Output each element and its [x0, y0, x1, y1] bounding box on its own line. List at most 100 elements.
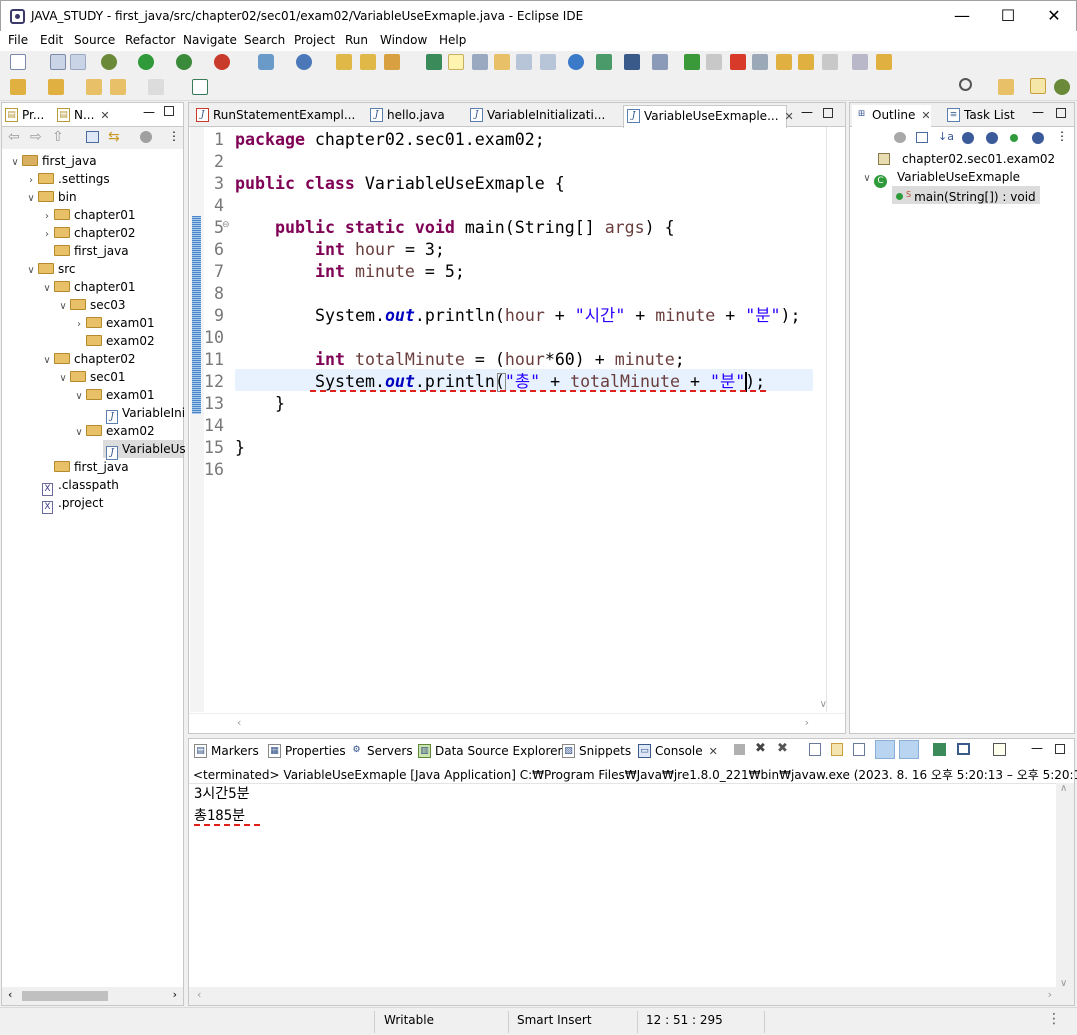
minimize-view-icon[interactable]: —	[143, 105, 155, 119]
last-edit-location-icon[interactable]	[86, 79, 102, 95]
open-perspective-icon[interactable]	[998, 79, 1014, 95]
maximize-view-icon[interactable]	[1055, 744, 1065, 754]
console-h-scrollbar[interactable]: ‹ ›	[189, 987, 1074, 1005]
resume-icon[interactable]	[684, 54, 700, 70]
show-on-stderr-icon[interactable]	[899, 740, 919, 759]
step-into-icon[interactable]	[776, 54, 792, 70]
chevron-down-icon[interactable]: ∨	[40, 280, 54, 298]
run-icon[interactable]	[138, 54, 154, 70]
new-class-icon[interactable]	[296, 54, 312, 70]
next-edit-icon[interactable]	[10, 79, 26, 95]
new-icon[interactable]	[10, 54, 26, 70]
view-menu-icon[interactable]: ⋮	[1056, 129, 1068, 143]
coverage-icon[interactable]	[214, 54, 230, 70]
tree-node-sec03-exam01[interactable]: › exam01	[72, 314, 155, 332]
tree-node-project[interactable]: X .project	[42, 494, 103, 514]
menu-file[interactable]: File	[8, 33, 28, 47]
debug-perspective-icon[interactable]	[1054, 79, 1070, 95]
menu-refactor[interactable]: Refactor	[125, 33, 175, 47]
tree-node-variable-ini[interactable]: J VariableIni	[106, 404, 185, 424]
tree-node-sec01[interactable]: ∨ sec01	[56, 368, 125, 388]
tree-node-settings[interactable]: › .settings	[24, 170, 110, 188]
tab-properties[interactable]: ▦ Properties	[265, 741, 346, 763]
chevron-right-icon[interactable]: ›	[40, 226, 54, 244]
minimize-view-icon[interactable]: —	[1031, 741, 1043, 755]
hide-nonpublic-icon[interactable]	[1010, 134, 1018, 142]
collapse-all-icon[interactable]	[916, 132, 928, 143]
forward-icon[interactable]	[148, 79, 164, 95]
clear-console-icon[interactable]	[809, 743, 821, 756]
menu-project[interactable]: Project	[294, 33, 335, 47]
tab-console[interactable]: ▭ Console ✕	[635, 741, 718, 763]
menu-edit[interactable]: Edit	[40, 33, 63, 47]
chevron-down-icon[interactable]: ∨	[860, 170, 874, 188]
new-server-icon[interactable]	[258, 54, 274, 70]
remove-all-icon[interactable]: ✖	[777, 741, 788, 756]
maximize-view-icon[interactable]	[1056, 108, 1066, 118]
explorer-h-scrollbar[interactable]: ‹ ›	[2, 987, 183, 1005]
search-tool-icon[interactable]	[384, 54, 400, 70]
menu-source[interactable]: Source	[74, 33, 115, 47]
word-wrap-icon[interactable]	[516, 54, 532, 70]
toggle-mark-icon[interactable]	[494, 54, 510, 70]
scroll-thumb[interactable]	[22, 991, 108, 1001]
chevron-down-icon[interactable]: ∨	[56, 370, 70, 388]
prev-edit-icon[interactable]	[48, 79, 64, 95]
java-ee-perspective-icon[interactable]	[1030, 78, 1046, 94]
tab-run-statement[interactable]: J RunStatementExampl...	[193, 105, 355, 127]
tree-node-bin[interactable]: ∨ bin	[24, 188, 76, 208]
scroll-down-icon[interactable]: ∨	[820, 699, 827, 710]
hide-static-icon[interactable]	[986, 132, 998, 144]
minimize-button[interactable]: —	[939, 1, 985, 31]
show-on-stdout-icon[interactable]	[875, 740, 895, 759]
tree-node-bin-chapter02[interactable]: › chapter02	[40, 224, 135, 242]
view-menu-icon[interactable]: ⋮	[168, 129, 180, 143]
status-more-icon[interactable]: ⋮	[1047, 1011, 1061, 1027]
close-button[interactable]: ✕	[1031, 1, 1077, 31]
tree-node-src-chapter02[interactable]: ∨ chapter02	[40, 350, 135, 368]
menu-help[interactable]: Help	[439, 33, 466, 47]
new-console-icon[interactable]	[993, 743, 1006, 756]
outline-package[interactable]: chapter02.sec01.exam02	[878, 150, 1055, 168]
pin-editor-icon[interactable]	[192, 79, 208, 95]
tree-node-sec03-exam02[interactable]: exam02	[86, 332, 155, 350]
tab-hello-java[interactable]: Jhello.java	[367, 105, 445, 127]
tree-node-sec01-exam01[interactable]: ∨ exam01	[72, 386, 154, 406]
close-icon[interactable]: ✕	[785, 110, 794, 123]
tab-servers[interactable]: ⚙ Servers	[347, 741, 412, 763]
open-resource-icon[interactable]	[360, 54, 376, 70]
tree-node-first-java[interactable]: ∨ first_java	[8, 152, 96, 170]
fold-collapse-icon[interactable]: ⊖	[222, 220, 230, 230]
display-console-icon[interactable]	[957, 743, 970, 755]
step-over-icon[interactable]	[798, 54, 814, 70]
chevron-down-icon[interactable]: ∨	[72, 388, 86, 406]
up-arrow-icon[interactable]: ⇧	[52, 129, 64, 145]
browser-icon[interactable]	[568, 54, 584, 70]
scroll-left-icon[interactable]: ‹	[197, 988, 201, 1001]
tree-node-sec01-exam02[interactable]: ∨ exam02	[72, 422, 154, 440]
minimize-view-icon[interactable]: —	[1032, 105, 1044, 119]
scroll-right-icon[interactable]: ›	[1048, 988, 1052, 1001]
run-external-icon[interactable]	[176, 54, 192, 70]
block-selection-icon[interactable]	[472, 54, 488, 70]
chevron-down-icon[interactable]: ∨	[24, 262, 38, 280]
next-annotation-icon[interactable]	[426, 54, 442, 70]
tree-node-src-first-java[interactable]: first_java	[54, 458, 129, 476]
menu-navigate[interactable]: Navigate	[183, 33, 237, 47]
disconnect-icon[interactable]	[752, 54, 768, 70]
save-icon[interactable]	[50, 54, 66, 70]
highlight-toggle-icon[interactable]	[448, 54, 464, 70]
console-v-scrollbar[interactable]: ∧ ∨	[1056, 783, 1074, 989]
tab-data-source-explorer[interactable]: ▥ Data Source Explorer	[415, 741, 562, 763]
tab-task-list[interactable]: ≡ Task List	[944, 105, 1015, 127]
close-icon[interactable]: ✕	[709, 745, 718, 758]
close-icon[interactable]: ✕	[100, 109, 109, 122]
menu-run[interactable]: Run	[345, 33, 368, 47]
chevron-down-icon[interactable]: ∨	[56, 298, 70, 316]
chevron-down-icon[interactable]: ∨	[24, 190, 38, 208]
maximize-view-icon[interactable]	[823, 108, 833, 118]
scroll-left-icon[interactable]: ‹	[8, 988, 12, 1001]
tree-node-classpath[interactable]: X .classpath	[42, 476, 119, 496]
maximize-button[interactable]: ☐	[985, 1, 1031, 31]
scroll-right-icon[interactable]: ›	[805, 716, 809, 729]
